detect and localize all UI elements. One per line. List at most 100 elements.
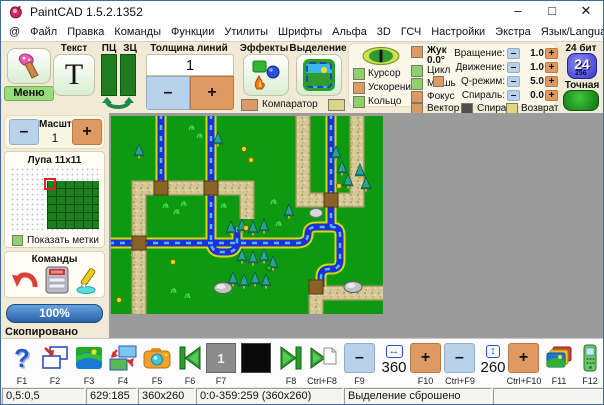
acceleration-toggle[interactable]	[353, 82, 365, 94]
close-button[interactable]: ✕	[569, 1, 603, 22]
canvas[interactable]	[111, 116, 383, 314]
left-sidebar: – Масштаб 1 + Лупа 11x11 Показать метки …	[1, 113, 109, 338]
bug-toggle[interactable]	[411, 46, 423, 58]
layers-button[interactable]	[545, 343, 573, 373]
rotation-minus[interactable]: –	[507, 48, 520, 59]
image-button[interactable]	[74, 343, 104, 373]
camera-icon	[143, 346, 171, 370]
menu-alpha[interactable]: Альфа	[327, 24, 372, 40]
fit-tool-button[interactable]	[43, 265, 71, 300]
pen-tool-icon	[75, 266, 105, 294]
lupa-panel: Лупа 11x11 Показать метки	[4, 151, 105, 248]
thickness-label: Толщина линий	[144, 43, 234, 54]
movement-minus[interactable]: –	[507, 62, 520, 73]
snapshot-button[interactable]	[142, 343, 172, 373]
help-button[interactable]: ?	[7, 343, 37, 373]
height-minus-button[interactable]: –	[444, 343, 475, 373]
zoom-100-button[interactable]: 100%	[6, 304, 103, 323]
pen-tool-button[interactable]	[75, 266, 105, 299]
menu-settings[interactable]: Настройки	[426, 24, 490, 40]
scale-label: Масштаб	[39, 119, 71, 130]
bottom-toolbar: ? F1 F2 F3 F4 F5 F6 1 F7 F8	[1, 338, 604, 387]
movement-plus[interactable]: +	[545, 62, 558, 73]
play-new-frame-button[interactable]	[307, 343, 339, 373]
height-arrow-icon: ↕	[486, 345, 500, 358]
show-marks-label: Показать метки	[27, 235, 99, 247]
comparator-label: Компаратор	[262, 99, 318, 111]
frame-number-button[interactable]: 1	[206, 343, 236, 373]
next-frame-button[interactable]	[277, 343, 305, 373]
image-icon	[75, 346, 103, 370]
mouse-toggle[interactable]	[411, 78, 423, 90]
height-plus-button[interactable]: +	[508, 343, 539, 373]
undo-icon	[10, 266, 40, 294]
fg-color-swatch[interactable]	[101, 54, 117, 96]
comparator-right-swatch[interactable]	[328, 99, 345, 111]
ctrl-f8-label: Ctrl+F8	[297, 376, 347, 386]
lupa-view[interactable]	[10, 167, 99, 233]
menu-at[interactable]: @	[4, 24, 25, 40]
menu-commands[interactable]: Команды	[109, 24, 166, 40]
focus-toggle[interactable]	[411, 91, 423, 103]
cursor-label: Курсор	[368, 68, 401, 80]
mobile-button[interactable]	[578, 343, 602, 373]
menu-utilities[interactable]: Утилиты	[219, 24, 273, 40]
selection-label: Выделение	[288, 43, 348, 54]
prev-frame-button[interactable]	[176, 343, 204, 373]
window-mode-button[interactable]	[40, 343, 70, 373]
menu-fonts[interactable]: Шрифты	[273, 24, 327, 40]
qmode-toggle[interactable]	[433, 76, 444, 87]
selection-button[interactable]	[296, 54, 342, 96]
menu-language[interactable]: Язык/Language	[536, 24, 604, 40]
width-arrow-icon: ↔	[386, 345, 403, 358]
spiral-plus[interactable]: +	[545, 90, 558, 101]
width-minus-button[interactable]: –	[344, 343, 375, 373]
ring-toggle[interactable]	[353, 96, 365, 108]
menu-rng[interactable]: ГСЧ	[396, 24, 426, 40]
toolbar: Меню Текст T ПЦ ЗЦ Толщина линий 1 – + Э…	[1, 41, 604, 113]
scale-minus-button[interactable]: –	[9, 119, 39, 145]
layers-icon	[545, 345, 573, 371]
brush-menu-button[interactable]	[7, 48, 51, 84]
window-mode-icon	[41, 345, 69, 371]
effects-icon	[249, 58, 283, 92]
precise-button[interactable]	[563, 90, 599, 111]
title-bar: PaintCAD 1.5.2.1352 – □ ✕	[1, 1, 604, 23]
spiral-minus[interactable]: –	[507, 90, 520, 101]
height-indicator: ↕ 260	[478, 341, 508, 376]
thickness-minus-button[interactable]: –	[146, 76, 190, 110]
play-new-frame-icon	[308, 345, 338, 371]
width-indicator: ↔ 360	[378, 341, 410, 376]
selection-icon	[303, 59, 335, 91]
qmode-minus[interactable]: –	[507, 76, 520, 87]
qmode-plus[interactable]: +	[545, 76, 558, 87]
maximize-button[interactable]: □	[535, 1, 569, 22]
height-value: 260	[478, 359, 508, 376]
cursor-toggle[interactable]	[353, 68, 365, 80]
show-marks-toggle[interactable]	[12, 235, 23, 246]
width-plus-button[interactable]: +	[410, 343, 441, 373]
menu-edit[interactable]: Правка	[62, 24, 109, 40]
cycle-toggle[interactable]	[411, 65, 423, 77]
effects-button[interactable]	[243, 54, 289, 96]
swap-colors-button[interactable]	[100, 97, 136, 112]
scale-plus-button[interactable]: +	[72, 119, 102, 145]
thickness-plus-button[interactable]: +	[190, 76, 234, 110]
swap-images-button[interactable]	[107, 343, 139, 373]
depth-icon[interactable]: 24 256	[567, 53, 597, 79]
menu-button[interactable]: Меню	[4, 86, 54, 101]
rotation-plus[interactable]: +	[545, 48, 558, 59]
text-tool-button[interactable]: T	[53, 54, 95, 96]
minimize-button[interactable]: –	[501, 1, 535, 22]
undo-button[interactable]	[10, 266, 40, 299]
menu-functions[interactable]: Функции	[166, 24, 219, 40]
menu-3d[interactable]: 3D	[372, 24, 396, 40]
commands-label: Команды	[5, 254, 104, 265]
thickness-value: 1	[146, 54, 234, 76]
color-swatch-black[interactable]	[241, 343, 271, 373]
menu-extra[interactable]: Экстра	[490, 24, 536, 40]
comparator-left-swatch[interactable]	[241, 99, 258, 111]
bg-color-swatch[interactable]	[120, 54, 136, 96]
f2-label: F2	[40, 376, 70, 386]
menu-file[interactable]: Файл	[25, 24, 62, 40]
